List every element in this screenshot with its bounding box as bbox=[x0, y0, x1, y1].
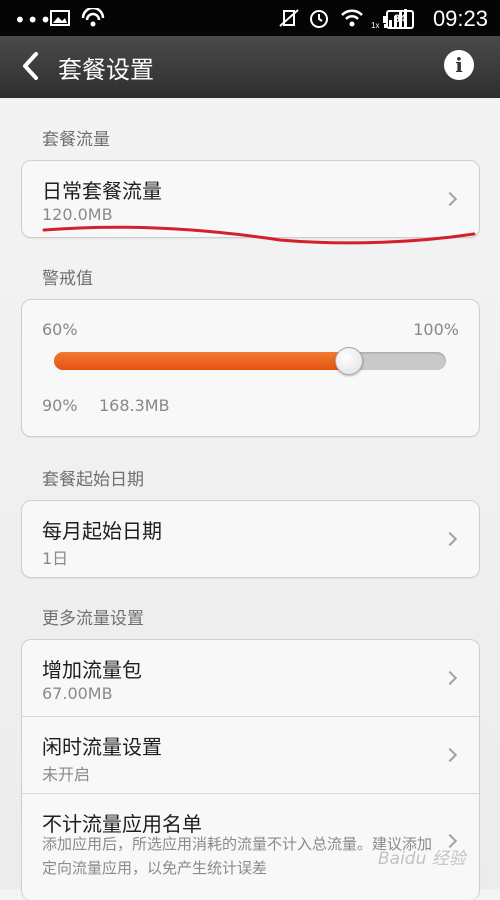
warning-card: 60% 100% 90% 168.3MB bbox=[21, 299, 480, 437]
chevron-right-icon bbox=[442, 747, 458, 763]
more-dots-icon: ••• bbox=[14, 8, 53, 32]
alarm-icon bbox=[310, 10, 328, 28]
slider-max-label: 100% bbox=[413, 320, 459, 339]
section-header-more: 更多流量设置 bbox=[42, 609, 144, 629]
monthly-start-label: 每月起始日期 bbox=[42, 519, 162, 543]
baidu-watermark: Baidu 经验 bbox=[378, 849, 466, 869]
slider-thumb[interactable] bbox=[335, 347, 363, 375]
status-time: 09:23 bbox=[432, 6, 488, 31]
wifi-icon bbox=[341, 9, 363, 27]
chevron-right-icon bbox=[442, 191, 458, 207]
info-icon[interactable]: i bbox=[444, 50, 474, 80]
add-data-pack-row[interactable]: 增加流量包 67.00MB bbox=[22, 640, 479, 716]
section-header-start-date: 套餐起始日期 bbox=[42, 470, 144, 490]
idle-time-row[interactable]: 闲时流量设置 未开启 bbox=[22, 717, 479, 793]
idle-time-value: 未开启 bbox=[42, 765, 91, 784]
chevron-right-icon bbox=[442, 670, 458, 686]
idle-time-label: 闲时流量设置 bbox=[42, 735, 162, 759]
daily-plan-label: 日常套餐流量 bbox=[42, 179, 162, 203]
status-bar: ••• 1x 84 09:23 bbox=[0, 0, 500, 36]
app-bar: 套餐设置 i bbox=[0, 36, 500, 98]
red-underline-annotation bbox=[42, 225, 476, 245]
sync-icon bbox=[81, 8, 105, 27]
add-data-pack-value: 67.00MB bbox=[42, 684, 113, 703]
warning-percent: 90% bbox=[42, 396, 78, 415]
section-header-plan: 套餐流量 bbox=[42, 130, 110, 150]
chevron-left-icon[interactable] bbox=[16, 46, 46, 86]
warning-slider[interactable] bbox=[54, 347, 446, 375]
warning-amount: 168.3MB bbox=[99, 396, 170, 415]
start-date-card: 每月起始日期 1日 bbox=[21, 500, 480, 578]
vibrate-off-icon bbox=[279, 9, 299, 27]
image-notification-icon bbox=[50, 10, 70, 26]
chevron-right-icon bbox=[442, 531, 458, 547]
section-header-warning: 警戒值 bbox=[42, 269, 93, 289]
slider-fill bbox=[54, 352, 348, 370]
add-data-pack-label: 增加流量包 bbox=[42, 658, 142, 682]
slider-min-label: 60% bbox=[42, 320, 78, 339]
monthly-start-value: 1日 bbox=[42, 549, 69, 568]
battery-icon: 84 bbox=[383, 10, 414, 29]
monthly-start-row[interactable]: 每月起始日期 1日 bbox=[22, 501, 479, 577]
page-title: 套餐设置 bbox=[58, 56, 154, 84]
svg-text:1x: 1x bbox=[371, 21, 379, 30]
